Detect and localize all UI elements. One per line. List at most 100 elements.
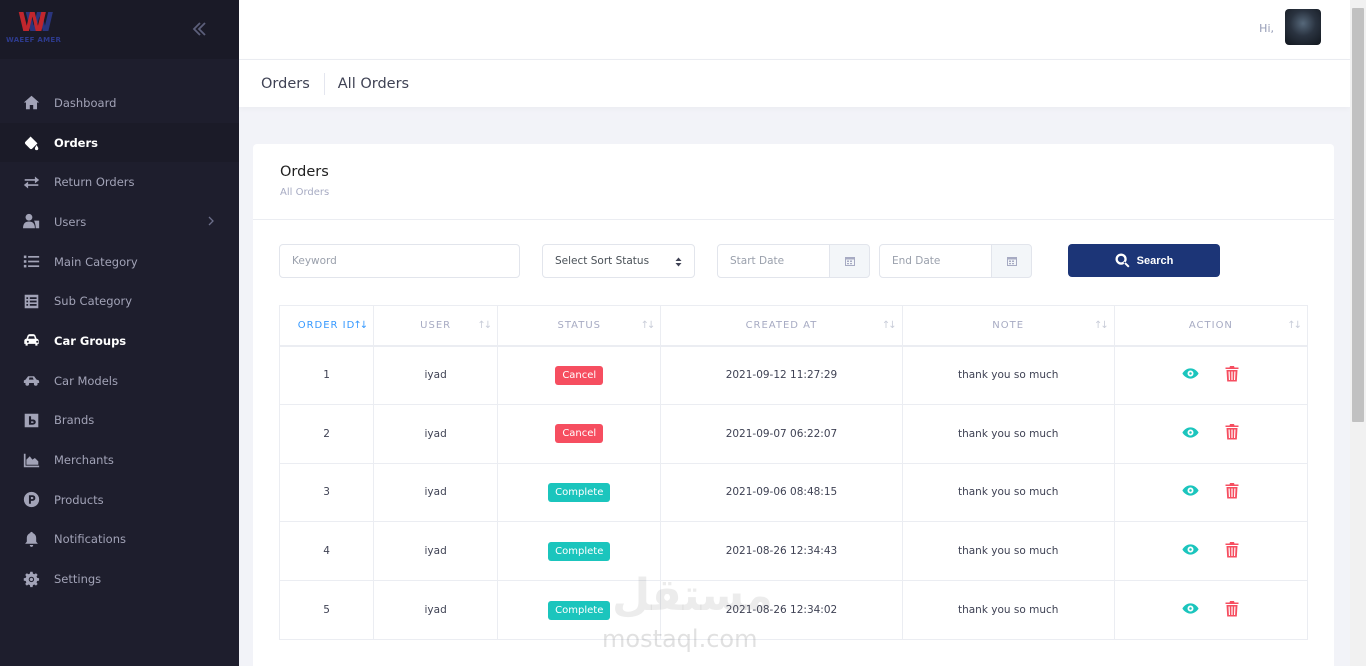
- cell-action: [1114, 463, 1309, 523]
- breadcrumb[interactable]: All Orders: [325, 76, 409, 92]
- column-header-status[interactable]: STATUS ↑↓: [497, 305, 662, 347]
- cell-order-id: 4: [279, 521, 375, 582]
- sort-icon: ↑↓: [1094, 320, 1109, 331]
- double-chevron-left-icon: [192, 22, 206, 36]
- sort-icon: ↑↓: [477, 320, 492, 331]
- trash-icon[interactable]: [1225, 600, 1239, 617]
- table-row: 3 iyad Complete 2021-09-06 08:48:15 than…: [279, 463, 1309, 523]
- table-row: 2 iyad Cancel 2021-09-07 06:22:07 thank …: [279, 404, 1309, 464]
- cell-order-id: 2: [279, 404, 375, 464]
- sort-icon: ↑↓: [640, 320, 656, 331]
- search-button[interactable]: Search: [1068, 244, 1220, 277]
- cell-created-at: 2021-08-26 12:34:43: [660, 521, 903, 582]
- cell-status: Complete: [497, 580, 662, 640]
- keyword-input[interactable]: [279, 244, 520, 278]
- end-date-picker-button[interactable]: [991, 244, 1032, 278]
- status-badge: Complete: [548, 541, 611, 561]
- sidebar-item-orders[interactable]: Orders: [0, 122, 239, 163]
- column-header-created-at[interactable]: CREATED AT ↑↓: [660, 305, 903, 347]
- sidebar-item-label: Brands: [54, 413, 95, 428]
- orders-table: ORDER ID ↑↓ USER ↑↓ STATUS ↑↓ CREATED AT ↑↓ …: [279, 305, 1309, 640]
- start-date-picker-button[interactable]: [829, 244, 870, 278]
- eye-icon[interactable]: [1182, 600, 1199, 617]
- product-p-icon: [22, 491, 40, 509]
- eye-icon[interactable]: [1182, 365, 1199, 382]
- column-header-label: USER: [420, 319, 452, 331]
- cell-order-id: 5: [279, 580, 375, 640]
- avatar[interactable]: [1285, 9, 1321, 45]
- sidebar-item-brands[interactable]: Brands: [0, 401, 239, 441]
- sidebar-collapse-toggle[interactable]: [190, 19, 210, 39]
- chart-area-icon: [22, 451, 40, 469]
- sidebar-item-main-category[interactable]: Main Category: [0, 242, 239, 282]
- cell-status: Cancel: [497, 404, 662, 464]
- eye-icon[interactable]: [1182, 482, 1199, 499]
- sidebar-item-label: Orders: [54, 135, 98, 150]
- scrollbar-thumb[interactable]: [1352, 8, 1364, 422]
- cell-user: iyad: [373, 580, 499, 640]
- sidebar-item-label: Settings: [54, 572, 102, 587]
- cell-order-id: 1: [279, 345, 375, 405]
- users-icon: [22, 213, 40, 231]
- logo-letter: W: [18, 8, 47, 38]
- cell-user: iyad: [373, 404, 499, 464]
- trash-icon[interactable]: [1225, 541, 1239, 558]
- cell-created-at: 2021-09-12 11:27:29: [660, 345, 903, 405]
- column-header-label: ORDER ID: [297, 319, 356, 331]
- sidebar-item-users[interactable]: Users: [0, 202, 239, 242]
- column-header-note[interactable]: NOTE ↑↓: [902, 305, 1115, 347]
- sidebar-item-label: Merchants: [54, 453, 114, 468]
- calendar-icon: [1006, 257, 1017, 266]
- status-badge: Complete: [548, 482, 611, 502]
- trash-icon[interactable]: [1225, 365, 1239, 382]
- column-header-label: NOTE: [992, 319, 1025, 331]
- cell-user: iyad: [373, 521, 499, 582]
- cell-status: Cancel: [497, 345, 662, 405]
- cell-status: Complete: [497, 463, 662, 523]
- sidebar-item-products[interactable]: Products: [0, 480, 239, 520]
- sort-status-select[interactable]: Select Sort Status: [542, 244, 695, 278]
- trash-icon[interactable]: [1225, 482, 1239, 499]
- chevron-right-icon: [208, 216, 214, 226]
- cell-user: iyad: [373, 345, 499, 405]
- car-icon: [22, 332, 40, 350]
- eye-icon[interactable]: [1182, 541, 1199, 558]
- sort-status-value: Select Sort Status: [555, 255, 650, 267]
- sidebar: W W WAEEF AMER Dashboard Orders Return O…: [0, 0, 239, 666]
- start-date-input[interactable]: [717, 244, 831, 278]
- sidebar-item-merchants[interactable]: Merchants: [0, 440, 239, 480]
- home-icon: [22, 94, 40, 112]
- brand-logo[interactable]: W W WAEEF AMER: [6, 8, 72, 48]
- gear-icon: [22, 570, 40, 588]
- end-date-input[interactable]: [879, 244, 993, 278]
- card-header: Orders All Orders: [253, 144, 1334, 220]
- sidebar-item-notifications[interactable]: Notifications: [0, 520, 239, 560]
- cell-note: thank you so much: [902, 345, 1115, 405]
- search-icon: [1115, 253, 1130, 268]
- exchange-icon: [22, 173, 40, 191]
- filter-bar: Select Sort Status Search: [279, 244, 1279, 278]
- column-header-user[interactable]: USER ↑↓: [373, 305, 499, 347]
- column-header-label: ACTION: [1188, 319, 1233, 331]
- column-header-order-id[interactable]: ORDER ID ↑↓: [279, 305, 375, 347]
- cell-order-id: 3: [279, 463, 375, 523]
- sidebar-item-label: Notifications: [54, 532, 126, 547]
- orders-card: Orders All Orders Select Sort Status Sea…: [253, 144, 1334, 666]
- sidebar-item-car-groups[interactable]: Car Groups: [0, 321, 239, 361]
- sidebar-item-label: Return Orders: [54, 175, 135, 190]
- table-row: 1 iyad Cancel 2021-09-12 11:27:29 thank …: [279, 345, 1309, 405]
- page-scrollbar[interactable]: [1350, 0, 1366, 666]
- eye-icon[interactable]: [1182, 424, 1199, 441]
- sidebar-item-sub-category[interactable]: Sub Category: [0, 281, 239, 321]
- cell-note: thank you so much: [902, 580, 1115, 640]
- sidebar-item-dashboard[interactable]: Dashboard: [0, 83, 239, 123]
- sort-asc-icon: ↑↓: [353, 320, 368, 331]
- trash-icon[interactable]: [1225, 424, 1239, 440]
- sidebar-item-return-orders[interactable]: Return Orders: [0, 162, 239, 202]
- cell-user: iyad: [373, 463, 499, 523]
- cell-status: Complete: [497, 521, 662, 582]
- column-header-action[interactable]: ACTION ↑↓: [1114, 305, 1309, 347]
- cell-note: thank you so much: [902, 404, 1115, 464]
- sidebar-item-settings[interactable]: Settings: [0, 559, 239, 599]
- sidebar-item-car-models[interactable]: Car Models: [0, 361, 239, 401]
